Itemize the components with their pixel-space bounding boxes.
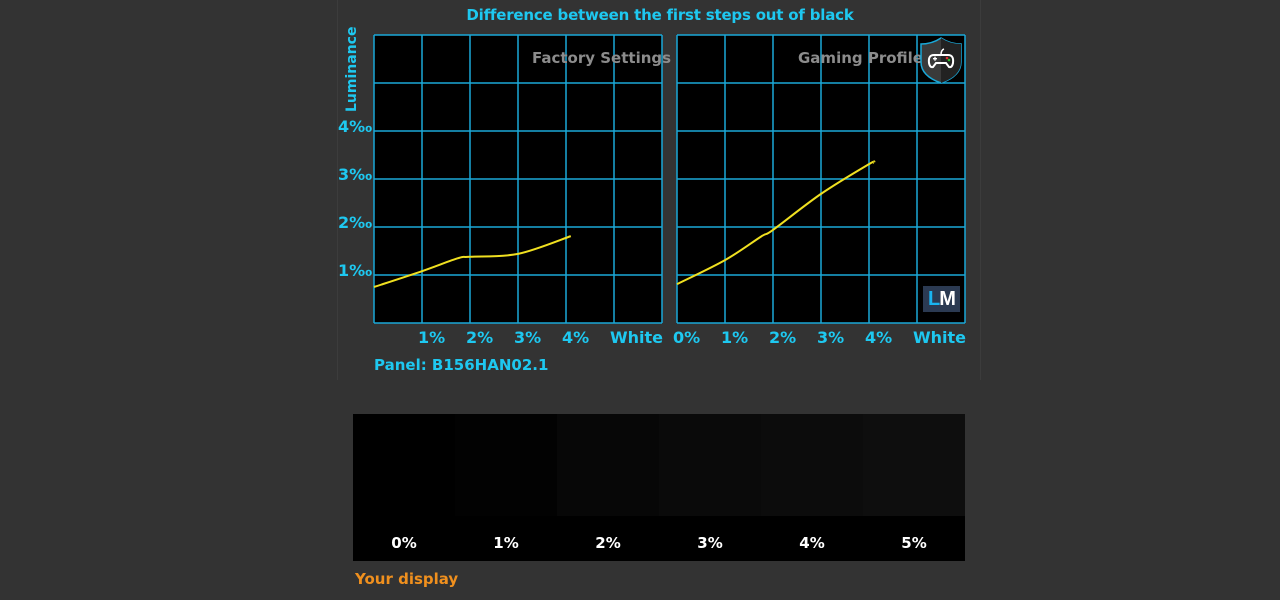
factory-settings-plot [373,34,663,324]
x-tick-label: 3% [514,328,542,347]
y-tick-label: 2‰ [338,213,373,232]
swatch-1pct [455,414,557,516]
swatch-label: 0% [391,534,417,552]
swatch-label: 5% [901,534,927,552]
swatch-5pct [863,414,965,516]
y-tick-label: 3‰ [338,165,373,184]
y-tick-label: 1‰ [338,261,373,280]
black-steps-strip: 0% 1% 2% 3% 4% 5% [353,414,965,561]
logo-letter-m: M [939,288,956,310]
x-tick-label: 4% [562,328,590,347]
factory-settings-title: Factory Settings [532,49,672,67]
gamepad-shield-icon [918,36,964,84]
swatch-4pct [761,414,863,516]
y-axis-label: Luminance [344,26,360,112]
your-display-caption: Your display [355,570,459,588]
x-tick-label: White [610,328,664,347]
swatch-label: 2% [595,534,621,552]
swatch-2pct [557,414,659,516]
x-tick-label: 0% [673,328,701,347]
x-tick-label: 2% [769,328,797,347]
swatch-label: 3% [697,534,723,552]
x-tick-label: 1% [418,328,446,347]
gaming-profile-title: Gaming Profile [798,49,923,67]
x-tick-label: 3% [817,328,845,347]
swatch-label: 1% [493,534,519,552]
y-tick-label: 4‰ [338,117,373,136]
swatch-0pct [353,414,455,516]
logo-letter-l: L [928,288,940,310]
x-tick-label: 2% [466,328,494,347]
swatch-label: 4% [799,534,825,552]
x-tick-label: 4% [865,328,893,347]
panel-label: Panel: B156HAN02.1 [374,356,549,374]
swatch-3pct [659,414,761,516]
x-tick-label: 1% [721,328,749,347]
x-tick-label: White [913,328,967,347]
lm-logo: LM [923,286,960,312]
